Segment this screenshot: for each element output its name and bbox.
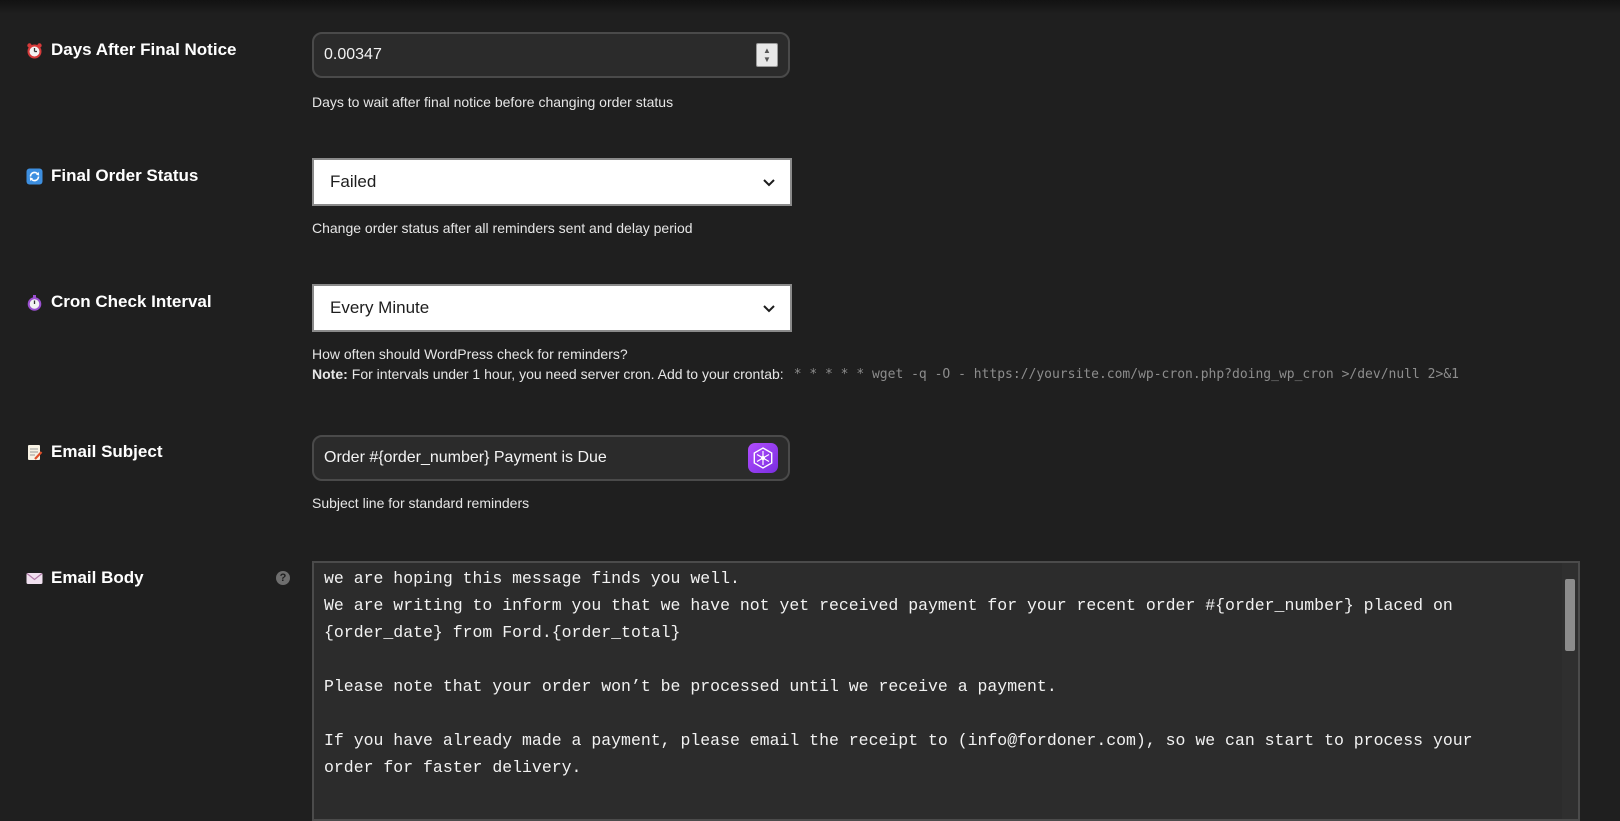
days-after-final-notice-value[interactable]: 0.00347: [324, 46, 756, 64]
number-spinner[interactable]: ▲ ▼: [756, 43, 778, 67]
ai-sparkle-icon: [753, 447, 773, 469]
cron-note-text: For intervals under 1 hour, you need ser…: [351, 366, 784, 382]
cron-check-interval-label: Cron Check Interval: [26, 292, 212, 312]
cron-check-interval-select[interactable]: Every Minute: [312, 284, 792, 332]
email-body-text: Email Body: [51, 568, 144, 587]
scrollbar-thumb[interactable]: [1565, 579, 1575, 651]
final-order-status-text: Final Order Status: [51, 166, 199, 185]
help-icon[interactable]: ?: [276, 571, 290, 585]
cron-check-interval-description: How often should WordPress check for rem…: [312, 346, 628, 362]
days-after-final-notice-description: Days to wait after final notice before c…: [312, 94, 674, 110]
email-body-textarea[interactable]: we are hoping this message finds you wel…: [312, 561, 1580, 821]
email-subject-description: Subject line for standard reminders: [312, 495, 530, 511]
cron-note-label: Note:: [312, 366, 348, 382]
email-subject-label: Email Subject: [26, 442, 162, 462]
alarm-clock-icon: [26, 42, 43, 59]
email-body-label: Email Body: [26, 568, 144, 588]
refresh-icon: [26, 168, 43, 185]
chevron-down-icon[interactable]: [762, 301, 776, 315]
cron-check-interval-text: Cron Check Interval: [51, 292, 212, 311]
email-subject-input[interactable]: Order #{order_number} Payment is Due: [312, 435, 790, 481]
days-after-final-notice-text: Days After Final Notice: [51, 40, 237, 59]
spinner-down-icon[interactable]: ▼: [763, 55, 771, 64]
ai-assist-button[interactable]: [748, 443, 778, 473]
email-body-content[interactable]: we are hoping this message finds you wel…: [314, 563, 1578, 781]
cron-check-interval-value[interactable]: Every Minute: [330, 298, 762, 318]
final-order-status-description: Change order status after all reminders …: [312, 220, 693, 236]
envelope-icon: [26, 570, 43, 587]
email-subject-text: Email Subject: [51, 442, 163, 461]
days-after-final-notice-label: Days After Final Notice: [26, 40, 236, 60]
cron-command: * * * * * wget -q -O - https://yoursite.…: [793, 366, 1459, 382]
final-order-status-label: Final Order Status: [26, 166, 198, 186]
spinner-up-icon[interactable]: ▲: [763, 46, 771, 55]
stopwatch-icon: [26, 294, 43, 311]
memo-icon: [26, 444, 43, 461]
final-order-status-select[interactable]: Failed: [312, 158, 792, 206]
final-order-status-value[interactable]: Failed: [330, 172, 762, 192]
chevron-down-icon[interactable]: [762, 175, 776, 189]
textarea-scrollbar[interactable]: [1562, 563, 1578, 819]
email-subject-value[interactable]: Order #{order_number} Payment is Due: [324, 449, 748, 467]
days-after-final-notice-input[interactable]: 0.00347 ▲ ▼: [312, 32, 790, 78]
cron-note: Note: For intervals under 1 hour, you ne…: [312, 366, 1459, 382]
top-shadow: [0, 0, 1620, 14]
